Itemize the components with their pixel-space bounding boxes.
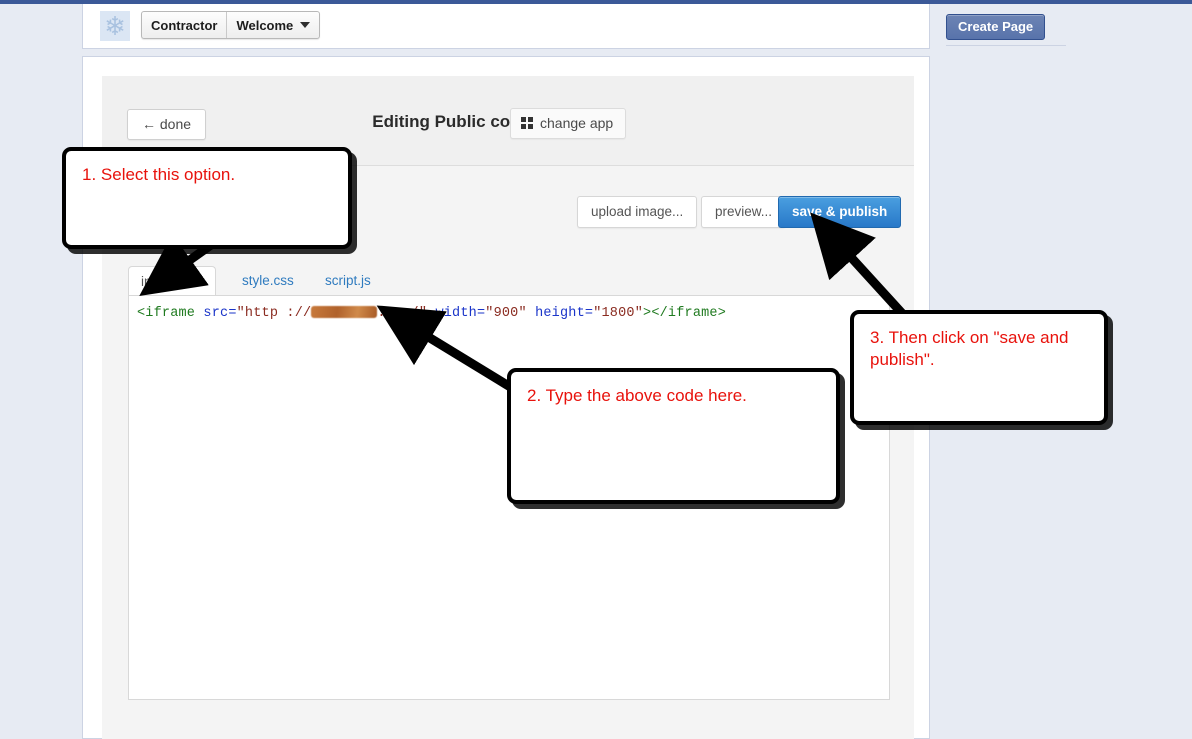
code-val-height: "1800" bbox=[593, 306, 644, 321]
change-app-label: change app bbox=[540, 115, 614, 131]
redacted-domain bbox=[311, 306, 378, 318]
annotation-box-3: 3. Then click on "save and publish". bbox=[850, 310, 1108, 425]
preview-button[interactable]: preview... bbox=[701, 196, 787, 228]
code-attr-width: width= bbox=[427, 306, 486, 321]
tab-style-css[interactable]: style.css bbox=[230, 266, 306, 296]
grid-icon bbox=[521, 117, 533, 129]
breadcrumb: Contractor Welcome bbox=[141, 11, 321, 39]
site-header-panel: ❄ Contractor Welcome bbox=[82, 4, 930, 49]
screenshot-root: ❄ Contractor Welcome Create Page ← done … bbox=[0, 0, 1192, 739]
create-page-button[interactable]: Create Page bbox=[946, 14, 1046, 40]
tab-script-js[interactable]: script.js bbox=[313, 266, 383, 296]
file-tabs: index.html style.css script.js bbox=[128, 266, 914, 297]
code-tag-open: <iframe bbox=[137, 306, 196, 321]
breadcrumb-site[interactable]: Contractor bbox=[142, 12, 226, 38]
tab-index-html[interactable]: index.html bbox=[128, 266, 216, 297]
upload-image-button[interactable]: upload image... bbox=[577, 196, 698, 228]
change-app-button[interactable]: change app bbox=[510, 108, 627, 139]
annotation-box-2: 2. Type the above code here. bbox=[507, 368, 840, 504]
code-attr-height: height= bbox=[526, 306, 594, 321]
code-src-prefix: "http :// bbox=[236, 306, 312, 321]
header-divider bbox=[946, 45, 1066, 46]
done-button[interactable]: ← done bbox=[127, 109, 207, 140]
code-val-width: "900" bbox=[485, 306, 527, 321]
breadcrumb-page-label: Welcome bbox=[236, 17, 294, 33]
code-tag-close: ></iframe> bbox=[643, 306, 727, 321]
code-line-1: <iframe src="http ://.com/" width="900" … bbox=[137, 306, 726, 321]
snowflake-icon: ❄ bbox=[100, 11, 130, 41]
annotation-box-1: 1. Select this option. bbox=[62, 147, 352, 249]
chevron-down-icon bbox=[300, 22, 311, 28]
code-src-suffix: .com/" bbox=[377, 306, 428, 321]
save-and-publish-button[interactable]: save & publish bbox=[778, 196, 902, 228]
breadcrumb-page-dropdown[interactable]: Welcome bbox=[226, 12, 319, 38]
code-attr-src: src= bbox=[195, 306, 237, 321]
breadcrumb-site-label: Contractor bbox=[151, 17, 218, 33]
